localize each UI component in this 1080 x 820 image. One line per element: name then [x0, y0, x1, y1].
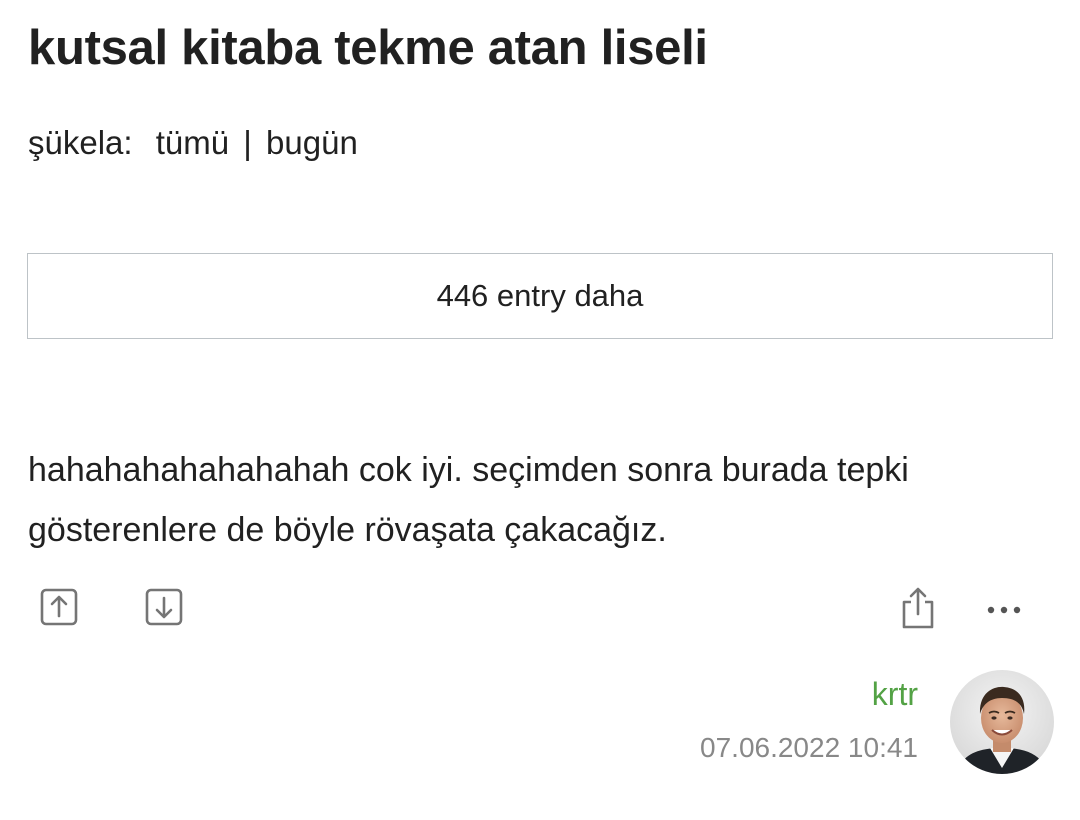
- filter-separator: |: [243, 124, 252, 161]
- filter-today-link[interactable]: bugün: [266, 124, 358, 161]
- more-options-icon[interactable]: [984, 602, 1024, 618]
- topic-title[interactable]: kutsal kitaba tekme atan liseli: [28, 20, 708, 76]
- avatar-photo-icon: [950, 670, 1054, 774]
- author-avatar[interactable]: [950, 670, 1054, 774]
- filter-label: şükela:: [28, 124, 133, 161]
- more-entries-button[interactable]: 446 entry daha: [27, 253, 1053, 339]
- sort-filter: şükela: tümü | bugün: [28, 124, 358, 162]
- upvote-icon[interactable]: [40, 588, 78, 626]
- more-entries-label: 446 entry daha: [436, 278, 644, 313]
- entry-author-link[interactable]: krtr: [872, 676, 918, 713]
- share-icon[interactable]: [899, 586, 937, 630]
- downvote-icon[interactable]: [145, 588, 183, 626]
- entry-content: hahahahahahahahah cok iyi. seçimden sonr…: [28, 451, 909, 549]
- entry-date-link[interactable]: 07.06.2022 10:41: [700, 732, 918, 764]
- filter-all-link[interactable]: tümü: [156, 124, 229, 161]
